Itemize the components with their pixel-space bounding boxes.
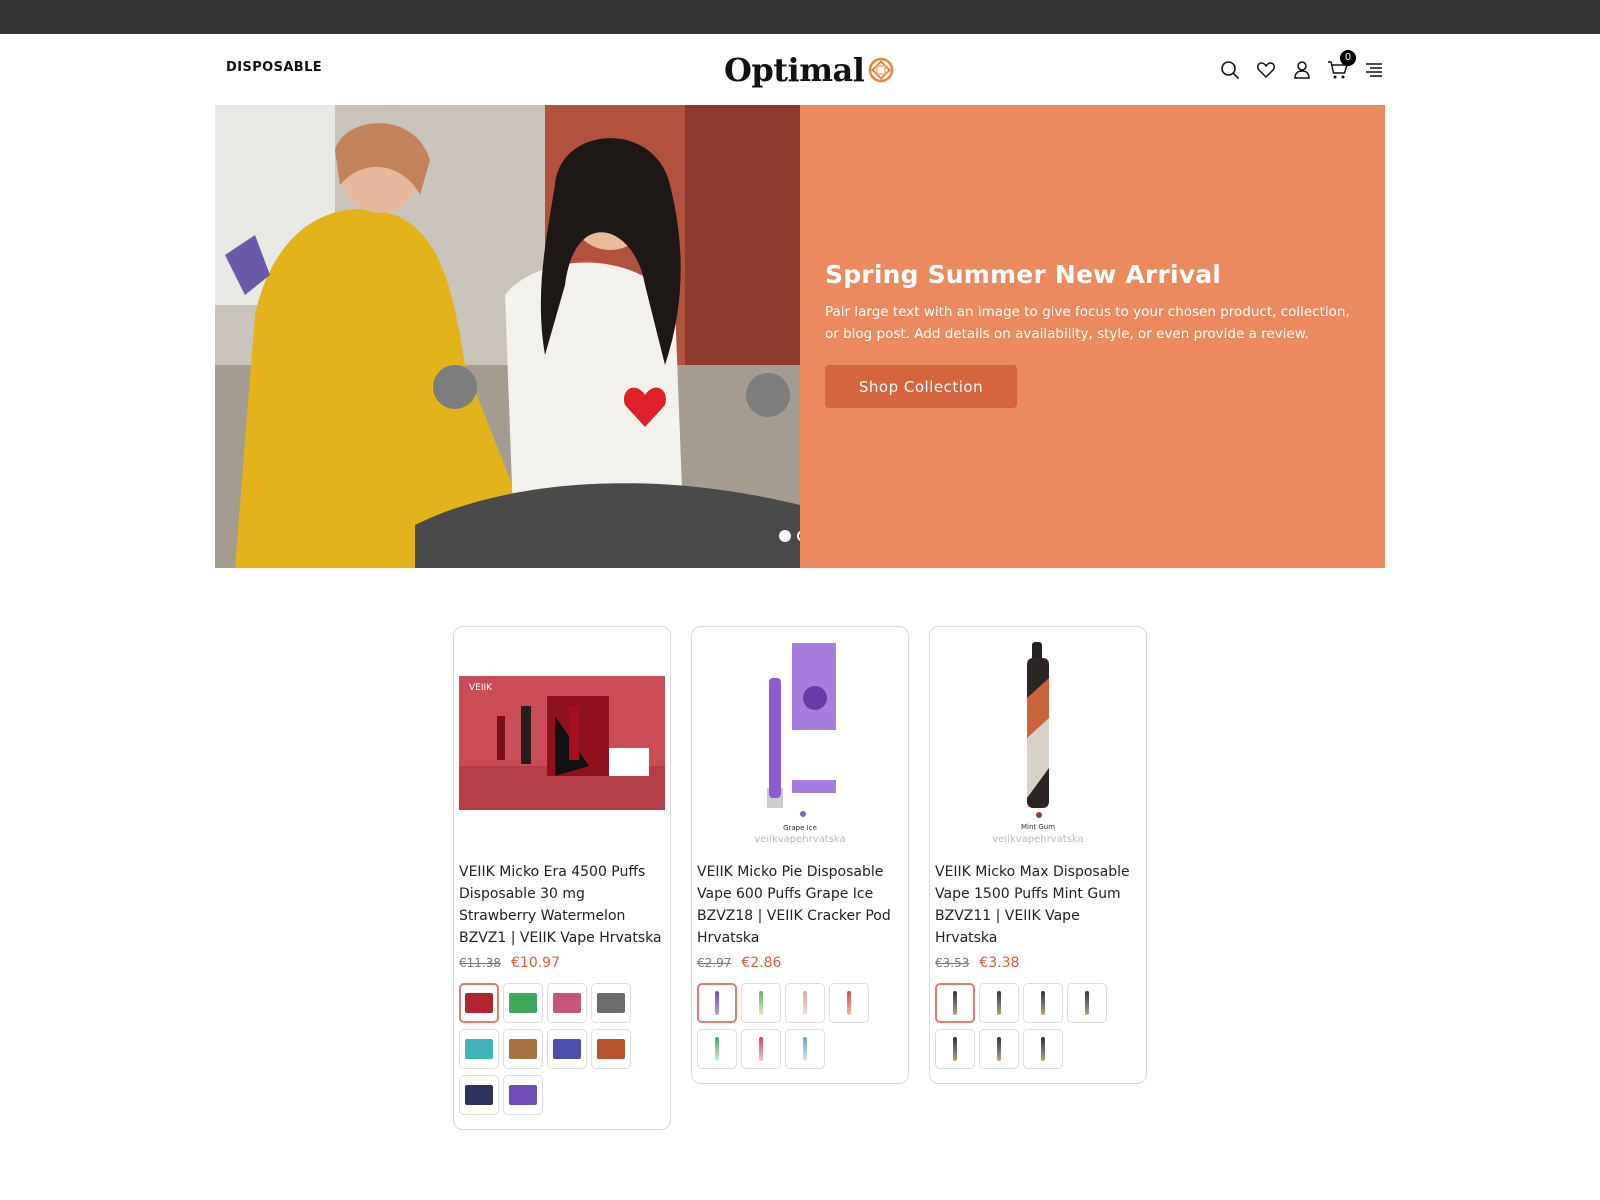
- variant-swatch[interactable]: [697, 983, 737, 1023]
- variant-swatch[interactable]: [1023, 1029, 1063, 1069]
- hero-description: Pair large text with an image to give fo…: [825, 304, 1350, 342]
- site-logo[interactable]: Optimal: [724, 50, 894, 90]
- variant-swatch[interactable]: [979, 983, 1019, 1023]
- product-image-brand: VEIIK: [469, 683, 493, 693]
- product-image-caption: veiikvapehrvatska: [754, 834, 845, 845]
- variant-swatch[interactable]: [935, 983, 975, 1023]
- product-image[interactable]: Mint Gum veiikvapehrvatska: [935, 633, 1141, 853]
- variant-swatch[interactable]: [547, 983, 587, 1023]
- compare-at-price: €2.97: [697, 956, 732, 970]
- product-title[interactable]: VEIIK Micko Pie Disposable Vape 600 Puff…: [697, 861, 903, 949]
- sale-price: €10.97: [511, 955, 560, 971]
- variant-swatch[interactable]: [591, 983, 631, 1023]
- hero-photo-illustration: [215, 105, 800, 568]
- product-grid: VEIIK VEIIK Micko Era 4500 Puffs Disposa…: [453, 626, 1147, 1130]
- logo-text: Optimal: [724, 51, 865, 89]
- header-icons: 0: [1218, 50, 1386, 82]
- variant-swatch[interactable]: [935, 1029, 975, 1069]
- variant-swatch[interactable]: [697, 1029, 737, 1069]
- price-row: €11.38 €10.97: [459, 955, 665, 971]
- variant-swatches: [697, 983, 903, 1069]
- variant-swatch[interactable]: [503, 1075, 543, 1115]
- product-title[interactable]: VEIIK Micko Era 4500 Puffs Disposable 30…: [459, 861, 665, 949]
- cart-icon[interactable]: 0: [1326, 50, 1356, 82]
- product-card[interactable]: Grape Ice veiikvapehrvatska VEIIK Micko …: [691, 626, 909, 1084]
- variant-swatch[interactable]: [1067, 983, 1107, 1023]
- variant-swatch[interactable]: [1023, 983, 1063, 1023]
- variant-swatch[interactable]: [591, 1029, 631, 1069]
- variant-swatch[interactable]: [741, 983, 781, 1023]
- variant-swatch[interactable]: [741, 1029, 781, 1069]
- price-row: €2.97 €2.86: [697, 955, 903, 971]
- announcement-bar: [0, 0, 1600, 34]
- variant-swatches: [459, 983, 665, 1115]
- product-image[interactable]: Grape Ice veiikvapehrvatska: [697, 633, 903, 853]
- product-photo-mint-vape: Mint Gum veiikvapehrvatska: [992, 642, 1084, 845]
- variant-swatch[interactable]: [459, 1029, 499, 1069]
- product-card[interactable]: VEIIK VEIIK Micko Era 4500 Puffs Disposa…: [453, 626, 671, 1130]
- product-title[interactable]: VEIIK Micko Max Disposable Vape 1500 Puf…: [935, 861, 1141, 949]
- variant-swatch[interactable]: [547, 1029, 587, 1069]
- compare-at-price: €11.38: [459, 956, 501, 970]
- hero-title: Spring Summer New Arrival: [825, 260, 1222, 289]
- sale-price: €3.38: [979, 955, 1020, 971]
- price-row: €3.53 €3.38: [935, 955, 1141, 971]
- cart-count-badge: 0: [1340, 50, 1356, 66]
- variant-swatch[interactable]: [785, 983, 825, 1023]
- wishlist-heart-icon[interactable]: [1254, 58, 1278, 82]
- variant-swatch[interactable]: [503, 1029, 543, 1069]
- slideshow-dots: [779, 530, 800, 542]
- search-icon[interactable]: [1218, 58, 1242, 82]
- product-image-caption: veiikvapehrvatska: [992, 834, 1083, 845]
- logo-mark-icon: [869, 57, 894, 83]
- variant-swatches: [935, 983, 1141, 1069]
- shop-collection-button[interactable]: Shop Collection: [825, 365, 1017, 408]
- product-image[interactable]: VEIIK: [459, 633, 665, 853]
- slide-dot-1[interactable]: [779, 530, 791, 542]
- sale-price: €2.86: [741, 955, 782, 971]
- product-photo-purple-vape: Grape Ice veiikvapehrvatska: [754, 643, 846, 845]
- hero-text-panel: Spring Summer New Arrival Pair large tex…: [800, 105, 1385, 568]
- product-image-flavor: Mint Gum: [1021, 823, 1055, 831]
- variant-swatch[interactable]: [503, 983, 543, 1023]
- variant-swatch[interactable]: [459, 983, 499, 1023]
- compare-at-price: €3.53: [935, 956, 970, 970]
- account-user-icon[interactable]: [1290, 58, 1314, 82]
- nav-link-disposable[interactable]: DISPOSABLE: [226, 60, 322, 75]
- hero-slideshow: Spring Summer New Arrival Pair large tex…: [215, 105, 1385, 568]
- variant-swatch[interactable]: [979, 1029, 1019, 1069]
- variant-swatch[interactable]: [459, 1075, 499, 1115]
- variant-swatch[interactable]: [785, 1029, 825, 1069]
- product-photo-red-box: VEIIK: [459, 676, 665, 810]
- product-image-flavor: Grape Ice: [783, 824, 817, 832]
- menu-icon[interactable]: [1362, 58, 1386, 82]
- product-card[interactable]: Mint Gum veiikvapehrvatska VEIIK Micko M…: [929, 626, 1147, 1084]
- variant-swatch[interactable]: [829, 983, 869, 1023]
- hero-image: [215, 105, 800, 568]
